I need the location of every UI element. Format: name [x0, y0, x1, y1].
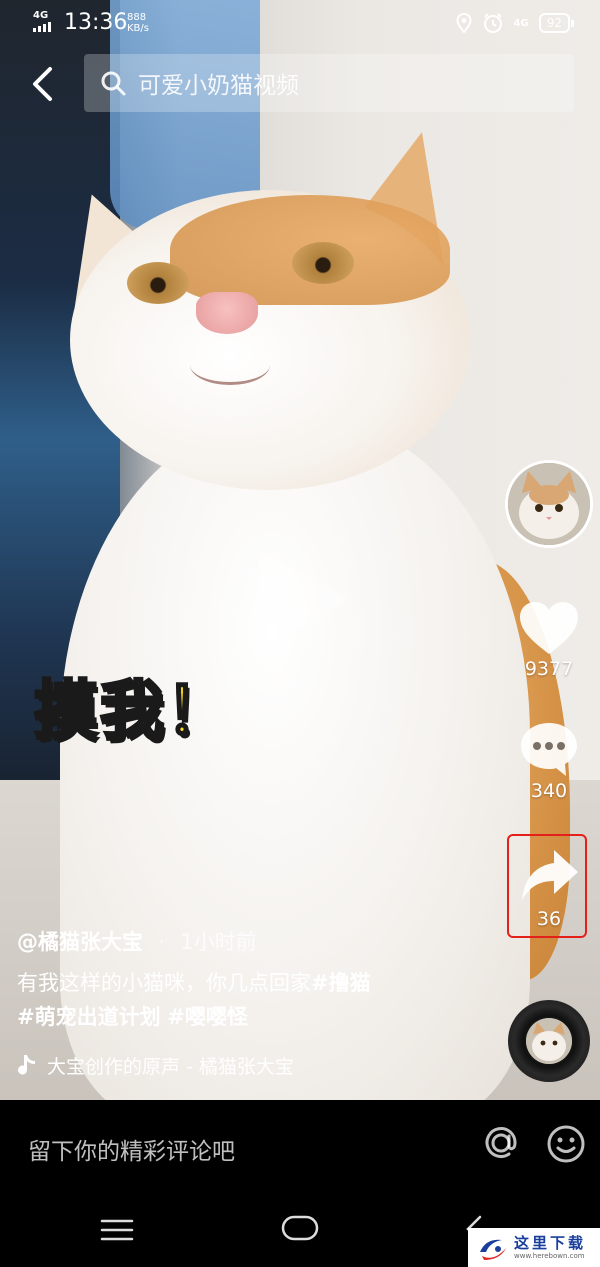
- mention-icon[interactable]: [480, 1122, 522, 1164]
- watermark-text: 这里下载 www.herebown.com: [514, 1233, 587, 1261]
- cat-eye-left: [127, 262, 189, 304]
- share-arrow-icon: [522, 850, 578, 900]
- search-icon: [98, 68, 128, 98]
- back-button[interactable]: [22, 62, 62, 106]
- watermark-en: www.herebown.com: [514, 1251, 585, 1260]
- author-line: @橘猫张大宝 · 1小时前: [17, 926, 257, 956]
- cat-mouth: [190, 345, 270, 385]
- comment-bar: 留下你的精彩评论吧: [0, 1100, 600, 1194]
- status-icons: 4G 92: [456, 12, 575, 34]
- comment-input[interactable]: 留下你的精彩评论吧: [28, 1132, 235, 1166]
- cat-nose: [196, 292, 258, 334]
- alarm-icon: [483, 13, 502, 33]
- network-type: 4G: [33, 10, 49, 21]
- battery-level: 92: [546, 16, 562, 30]
- hashtag[interactable]: #萌宠出道计划: [17, 1005, 161, 1029]
- home-icon[interactable]: [281, 1214, 319, 1242]
- location-icon: [456, 13, 472, 33]
- heart-icon: [520, 602, 578, 654]
- hashtag[interactable]: #撸猫: [311, 971, 371, 995]
- separator: ·: [158, 930, 165, 954]
- cat-eye-right: [292, 242, 354, 284]
- comment-icon: [521, 723, 577, 776]
- status-bar: 4G 13:36 888 KB/s 4G 92: [0, 0, 600, 46]
- video-sticker-text: 摸我！: [33, 674, 232, 751]
- watermark-cn: 这里下载: [514, 1233, 587, 1252]
- search-bar[interactable]: 可爱小奶猫视频: [84, 54, 574, 112]
- network-type-right: 4G: [513, 17, 529, 29]
- network-speed: 888 KB/s: [127, 12, 149, 34]
- music-disc[interactable]: [508, 1000, 590, 1082]
- search-query: 可爱小奶猫视频: [138, 73, 299, 99]
- chevron-left-icon: [33, 67, 52, 101]
- author-avatar[interactable]: [505, 460, 593, 548]
- like-count: 9377: [524, 658, 574, 680]
- author-name[interactable]: @橘猫张大宝: [17, 930, 143, 954]
- music-info[interactable]: 大宝创作的原声 - 橘猫张大宝: [17, 1052, 347, 1079]
- menu-icon[interactable]: [100, 1218, 134, 1242]
- site-watermark: 这里下载 www.herebown.com: [468, 1228, 600, 1267]
- cat-avatar-icon: [508, 463, 590, 545]
- share-count: 36: [536, 908, 562, 930]
- comment-button[interactable]: 340: [510, 720, 588, 802]
- video-description: 有我这样的小猫咪，你几点回家#撸猫 #萌宠出道计划 #嘤嘤怪: [17, 966, 497, 1034]
- play-icon[interactable]: [255, 545, 350, 655]
- comment-count: 340: [530, 780, 568, 802]
- battery-icon: 92: [538, 13, 575, 33]
- signal-icon: [33, 22, 51, 32]
- description-text: 有我这样的小猫咪，你几点回家: [17, 971, 311, 995]
- share-button[interactable]: 36: [510, 834, 588, 930]
- clock: 13:36: [64, 10, 128, 35]
- watermark-logo-icon: [480, 1239, 506, 1260]
- post-time: 1小时前: [180, 930, 257, 954]
- emoji-icon[interactable]: [546, 1124, 586, 1164]
- music-title: 大宝创作的原声 - 橘猫张大宝: [47, 1056, 294, 1078]
- music-note-icon: [18, 1054, 35, 1075]
- music-cover-icon: [526, 1018, 572, 1064]
- hashtag[interactable]: #嘤嘤怪: [167, 1005, 248, 1029]
- like-button[interactable]: 9377: [510, 600, 588, 680]
